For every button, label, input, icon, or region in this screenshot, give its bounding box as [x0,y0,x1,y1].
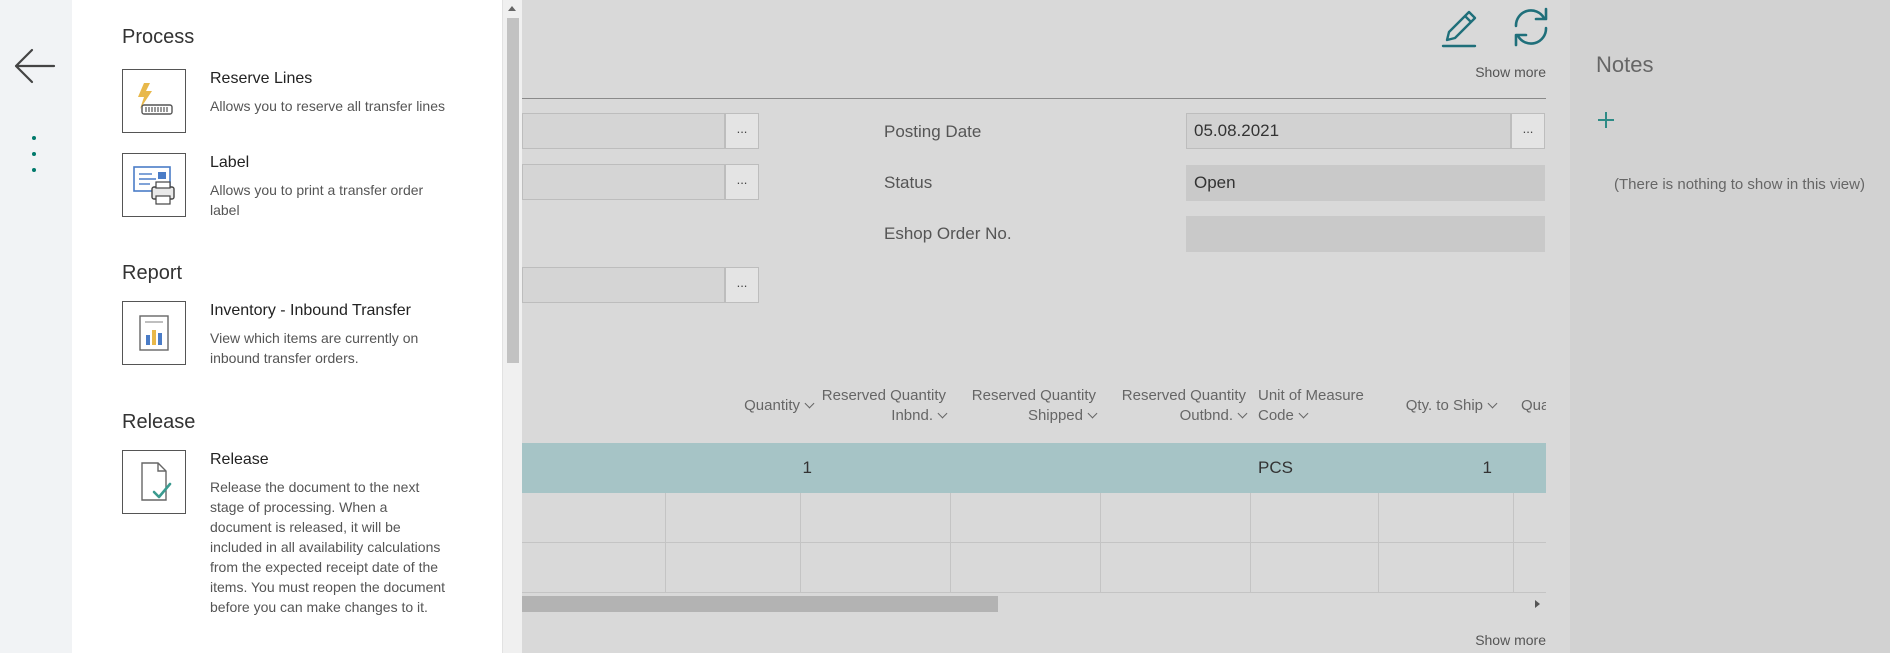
column-header-unit-of-measure[interactable]: Unit of Measure Code [1258,386,1364,426]
column-header-label: Inbnd. [891,407,933,424]
cell-unit-of-measure[interactable]: PCS [1258,443,1293,493]
scroll-up-icon[interactable] [508,6,516,11]
action-reserve-lines[interactable]: Reserve Lines Allows you to reserve all … [122,69,462,133]
lookup-button[interactable]: ... [725,164,759,200]
lookup-button[interactable]: ... [725,113,759,149]
edit-pencil-icon[interactable] [1437,4,1481,50]
section-title-report: Report [122,262,183,284]
section-title-process: Process [122,26,195,48]
cell-qty-to-ship[interactable]: 1 [1483,443,1492,493]
refresh-icon[interactable] [1508,4,1554,50]
scroll-right-icon[interactable] [1535,600,1540,608]
lookup-button[interactable]: ... [725,267,759,303]
column-header-truncated[interactable]: Qua [1521,396,1546,416]
show-more-link[interactable]: Show more [1475,64,1546,80]
table-row[interactable]: 1 PCS 1 [522,443,1546,493]
transfer-order-card: Show more ... ... ... Posting Date 05.08… [522,0,1570,653]
column-header-reserved-qty-outbnd[interactable]: Reserved Quantity Outbnd. [1121,386,1248,426]
action-title: Release [210,451,269,468]
field-input[interactable] [522,113,725,149]
eshop-order-no-value [1186,216,1545,252]
action-label[interactable]: Label Allows you to print a transfer ord… [122,153,462,218]
cell-divider [1513,543,1514,592]
field-input[interactable] [522,267,725,303]
date-picker-button[interactable]: ... [1511,113,1545,149]
cell-divider [1250,493,1251,542]
cell-divider [800,543,801,592]
action-title: Inventory - Inbound Transfer [210,302,411,319]
cell-divider [950,493,951,542]
action-release[interactable]: Release Release the document to the next… [122,450,462,640]
cell-divider [665,543,666,592]
action-description: Allows you to reserve all transfer lines [210,98,445,114]
status-label: Status [884,173,933,192]
chevron-down-icon [937,408,948,419]
left-rail [0,0,72,653]
field-input[interactable] [522,164,725,200]
chevron-down-icon [1487,398,1498,409]
column-header-label: Reserved Quantity [971,387,1096,404]
back-arrow-icon[interactable] [12,44,58,88]
column-header-label: Reserved Quantity [821,387,946,404]
cell-quantity[interactable]: 1 [803,443,812,493]
action-title: Label [210,154,250,171]
cell-divider [1100,493,1101,542]
action-inventory-inbound-transfer[interactable]: Inventory - Inbound Transfer View which … [122,301,462,366]
cell-divider [1250,543,1251,592]
chevron-down-icon [1087,408,1098,419]
status-value: Open [1186,165,1545,201]
column-header-qty-to-ship[interactable]: Qty. to Ship [1405,396,1498,416]
section-divider [522,98,1546,99]
posting-date-label: Posting Date [884,122,982,141]
section-title-release: Release [122,411,196,433]
notes-empty-message: (There is nothing to show in this view) [1614,176,1865,193]
table-row[interactable] [522,493,1546,543]
action-description: View which items are currently on inboun… [210,330,419,366]
column-header-label: Unit of Measure [1258,387,1364,404]
notes-title: Notes [1596,52,1654,77]
scrollbar-thumb[interactable] [522,596,998,612]
column-header-quantity[interactable]: Quantity [744,396,815,416]
more-options-icon[interactable] [26,136,42,182]
column-header-reserved-qty-inbnd[interactable]: Reserved Quantity Inbnd. [821,386,948,426]
lines-grid-header: Quantity Reserved Quantity Inbnd. Reserv… [522,380,1546,432]
release-document-icon [122,450,186,514]
printer-label-icon [122,153,186,217]
show-more-link[interactable]: Show more [1475,632,1546,648]
chevron-down-icon [1298,408,1309,419]
cell-divider [800,493,801,542]
grid-horizontal-scrollbar[interactable] [522,594,1546,614]
action-panel: Process Reserve Lines Allows you to rese… [72,0,522,653]
column-header-reserved-qty-shipped[interactable]: Reserved Quantity Shipped [971,386,1098,426]
column-header-label: Outbnd. [1179,407,1233,424]
posting-date-input[interactable]: 05.08.2021 [1186,113,1511,149]
column-header-label: Qty. to Ship [1405,397,1483,414]
chevron-down-icon [1237,408,1248,419]
column-header-label: Code [1258,407,1294,424]
action-description: Release the document to the next stage o… [210,479,446,615]
column-header-label: Reserved Quantity [1121,387,1246,404]
eshop-order-no-label: Eshop Order No. [884,224,1012,243]
report-chart-icon [122,301,186,365]
panel-scrollbar[interactable] [502,0,522,653]
table-row[interactable] [522,543,1546,593]
column-header-label: Shipped [1027,407,1083,424]
add-note-plus-icon[interactable] [1596,110,1616,130]
notes-pane: Notes (There is nothing to show in this … [1570,0,1890,653]
scrollbar-thumb[interactable] [507,18,519,363]
cell-divider [1378,543,1379,592]
cell-divider [665,493,666,542]
chevron-down-icon [804,398,815,409]
action-title: Reserve Lines [210,70,313,87]
action-description: Allows you to print a transfer order lab… [210,182,424,218]
cell-divider [1513,493,1514,542]
cell-divider [1100,543,1101,592]
reserve-lines-icon [122,69,186,133]
column-header-label: Qua [1521,397,1546,414]
column-header-label: Quantity [744,397,800,414]
cell-divider [1378,493,1379,542]
cell-divider [950,543,951,592]
